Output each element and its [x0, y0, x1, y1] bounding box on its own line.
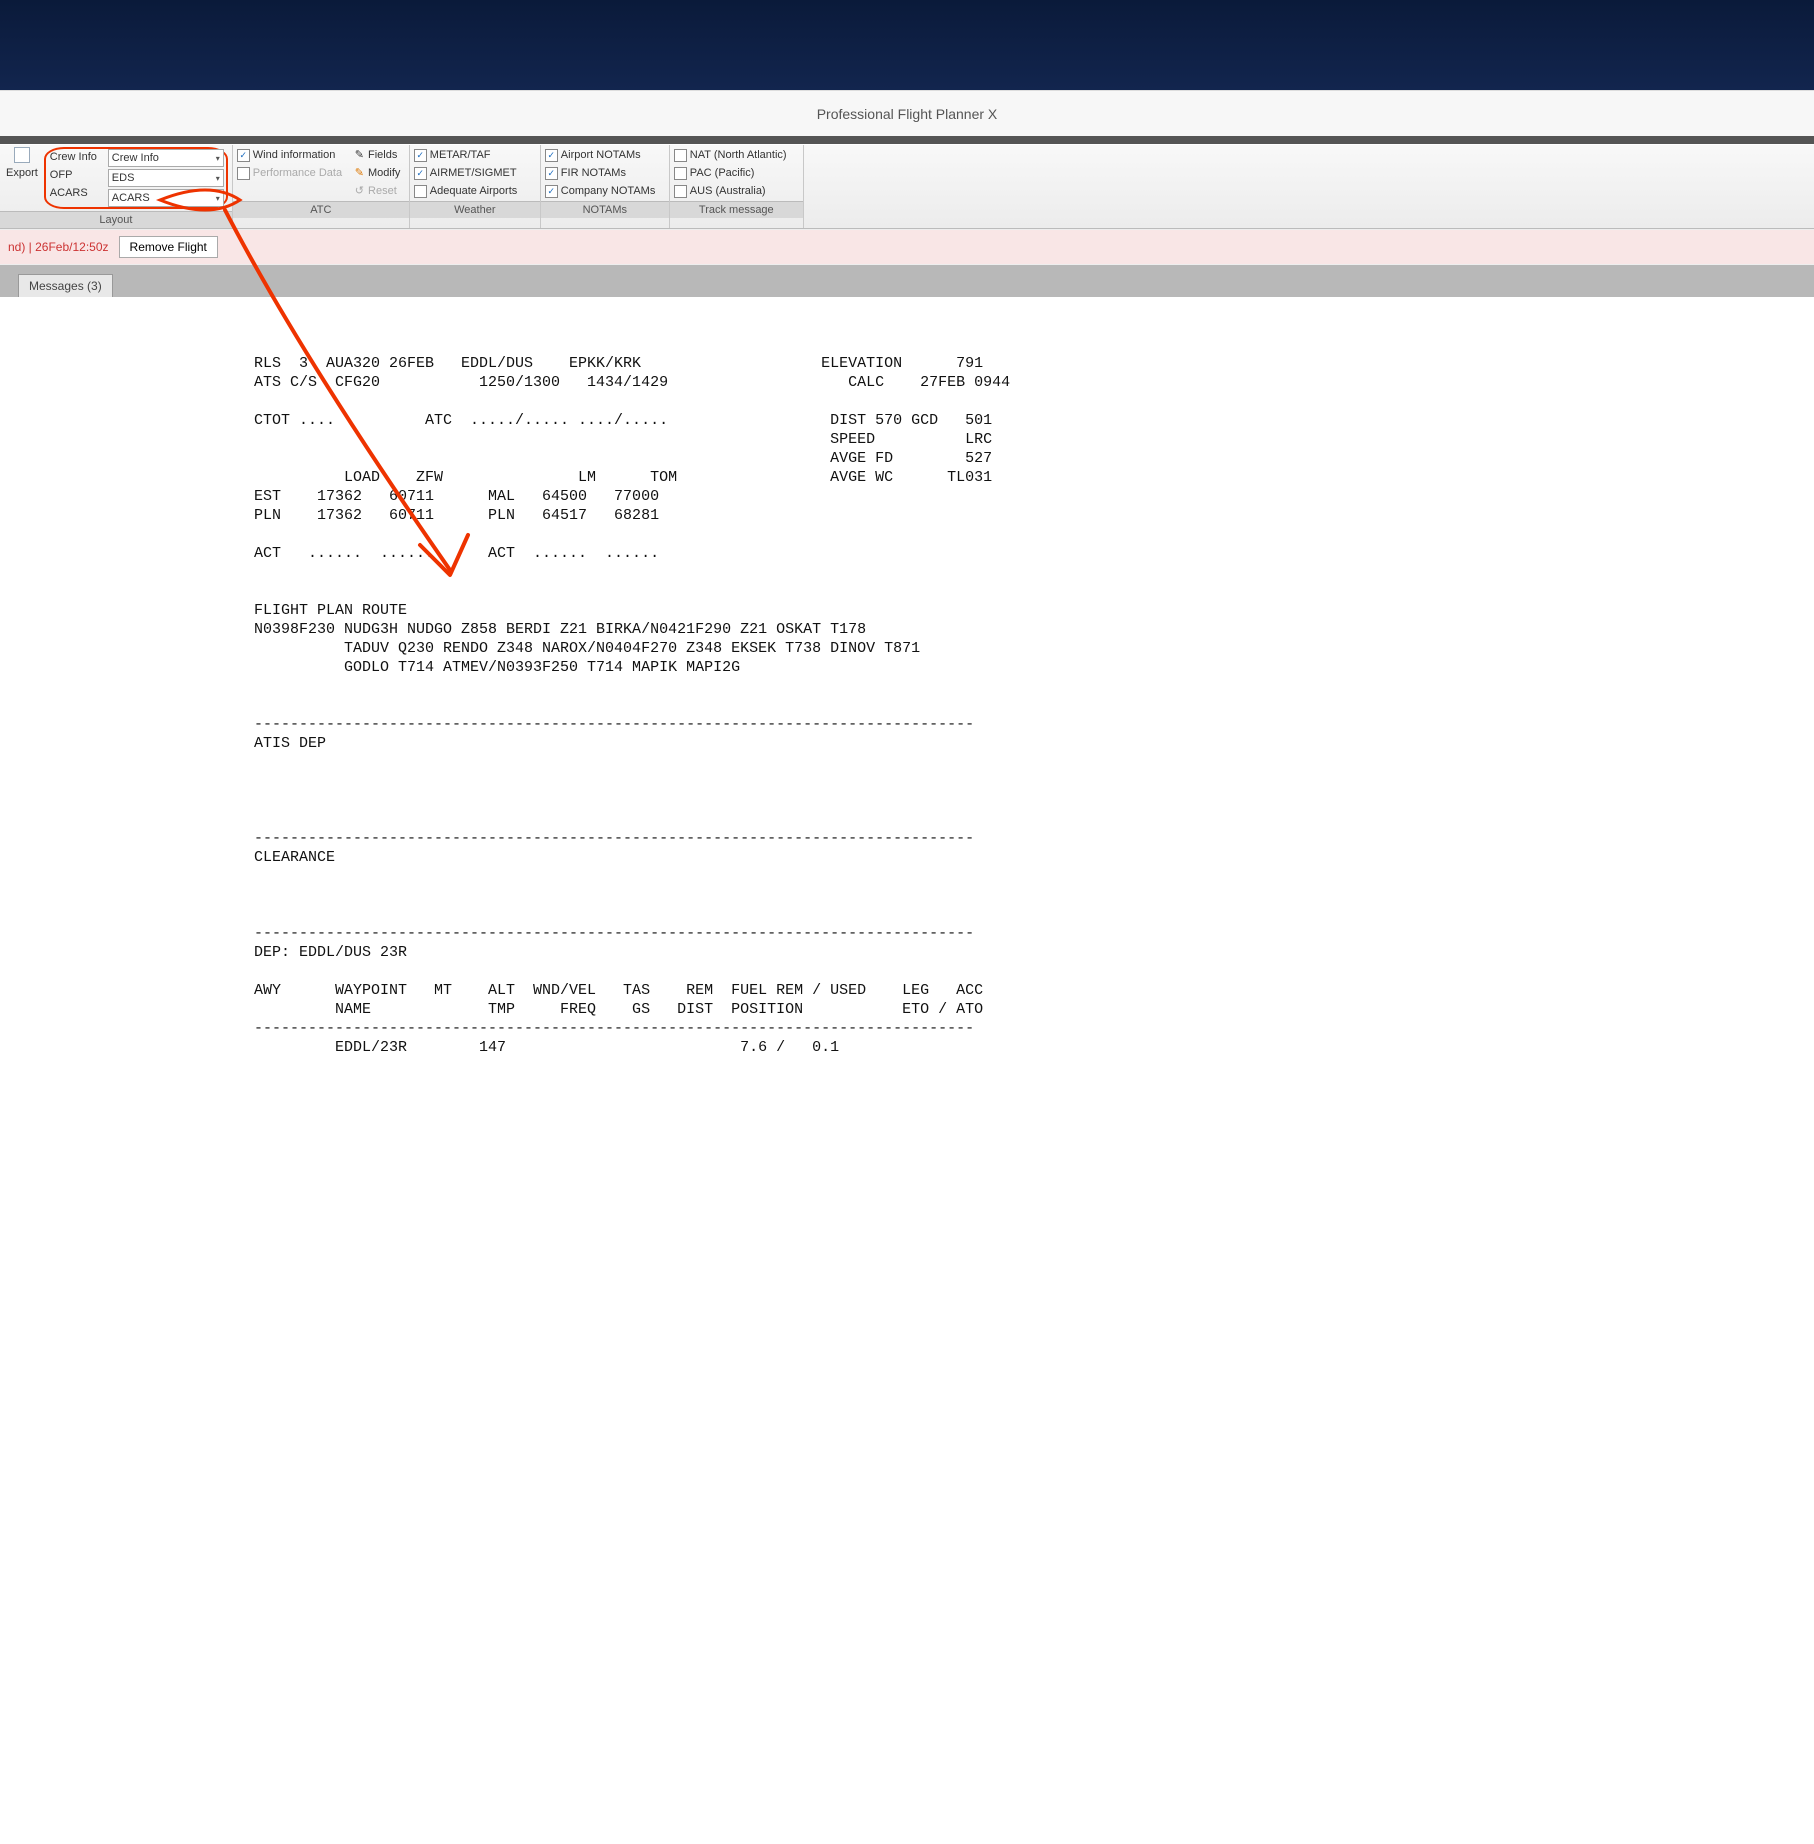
- fir-notams-checkbox[interactable]: ✓FIR NOTAMs: [545, 165, 665, 181]
- metar-checkbox[interactable]: ✓METAR/TAF: [414, 147, 536, 163]
- pac-checkbox[interactable]: PAC (Pacific): [674, 165, 799, 181]
- modify-icon: ✎: [355, 165, 364, 181]
- ofp-label: OFP: [48, 167, 106, 183]
- adequate-checkbox[interactable]: Adequate Airports: [414, 183, 536, 199]
- aus-checkbox[interactable]: AUS (Australia): [674, 183, 799, 199]
- modify-button[interactable]: ✎Modify: [351, 165, 405, 181]
- nat-checkbox[interactable]: NAT (North Atlantic): [674, 147, 799, 163]
- title-bar: Professional Flight Planner X: [0, 90, 1814, 136]
- layout-footer: Layout: [0, 211, 232, 228]
- airmet-checkbox[interactable]: ✓AIRMET/SIGMET: [414, 165, 536, 181]
- reset-icon: ↺: [355, 183, 364, 199]
- secondary-tab-bar: Messages (3): [0, 265, 1814, 297]
- performance-checkbox[interactable]: Performance Data: [237, 165, 347, 181]
- flight-status-text: nd) | 26Feb/12:50z: [8, 240, 109, 254]
- notams-footer: NOTAMs: [541, 201, 669, 218]
- fields-button[interactable]: ✎Fields: [351, 147, 405, 163]
- acars-combo[interactable]: ACARS▾: [108, 189, 224, 207]
- sheet-icon: [14, 147, 30, 163]
- track-footer: Track message: [670, 201, 803, 218]
- crewinfo-combo[interactable]: Crew Info▾: [108, 149, 224, 167]
- remove-flight-button[interactable]: Remove Flight: [119, 236, 218, 258]
- reset-button[interactable]: ↺Reset: [351, 183, 405, 199]
- ribbon-group-track: NAT (North Atlantic) PAC (Pacific) AUS (…: [670, 145, 804, 228]
- flight-status-bar: nd) | 26Feb/12:50z Remove Flight: [0, 229, 1814, 265]
- wind-checkbox[interactable]: ✓Wind information: [237, 147, 347, 163]
- ofp-viewport: RLS 3 AUA320 26FEB EDDL/DUS EPKK/KRK ELE…: [0, 297, 1814, 1081]
- app-title: Professional Flight Planner X: [817, 106, 998, 122]
- ofp-selector-highlight: Crew Info OFP ACARS Crew Info▾ EDS▾ ACAR…: [44, 147, 228, 209]
- export-label[interactable]: Export: [4, 165, 40, 181]
- crewinfo-label: Crew Info: [48, 149, 106, 165]
- tab-messages[interactable]: Messages (3): [18, 274, 113, 297]
- acars-label: ACARS: [48, 185, 106, 201]
- fields-icon: ✎: [355, 147, 364, 163]
- weather-footer: Weather: [410, 201, 540, 218]
- ribbon-group-layout: Export Crew Info OFP ACARS Crew Info▾ ED…: [0, 145, 233, 228]
- ofp-combo[interactable]: EDS▾: [108, 169, 224, 187]
- ribbon-group-weather: ✓METAR/TAF ✓AIRMET/SIGMET Adequate Airpo…: [410, 145, 541, 228]
- ofp-document: RLS 3 AUA320 26FEB EDDL/DUS EPKK/KRK ELE…: [230, 330, 1098, 1081]
- airport-notams-checkbox[interactable]: ✓Airport NOTAMs: [545, 147, 665, 163]
- ribbon-group-atc: ✓Wind information Performance Data ✎Fiel…: [233, 145, 410, 228]
- window-chrome-top: [0, 0, 1814, 90]
- ribbon-top-divider: [0, 136, 1814, 144]
- company-notams-checkbox[interactable]: ✓Company NOTAMs: [545, 183, 665, 199]
- ribbon-group-notams: ✓Airport NOTAMs ✓FIR NOTAMs ✓Company NOT…: [541, 145, 670, 228]
- ribbon: Export Crew Info OFP ACARS Crew Info▾ ED…: [0, 144, 1814, 229]
- atc-footer: ATC: [233, 201, 409, 218]
